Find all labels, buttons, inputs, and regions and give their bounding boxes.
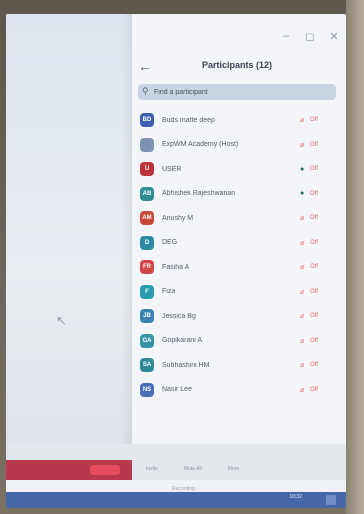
avatar: NS xyxy=(140,382,154,397)
participant-name: Nasir Lee xyxy=(162,386,192,394)
avatar: U xyxy=(140,162,154,177)
microphone-muted-icon[interactable]: ⌀ xyxy=(300,116,304,124)
panel-title: Participants (12) xyxy=(202,60,273,70)
participant-row[interactable]: GA Gopikarani A ⌀ Off xyxy=(132,329,346,354)
mic-status-label: Off xyxy=(310,117,318,124)
mic-status-label: Off xyxy=(310,239,318,246)
participant-row[interactable]: JB Jessica Bg ⌀ Off xyxy=(132,304,346,329)
participant-name: Subhashini HM xyxy=(162,361,210,369)
search-input[interactable] xyxy=(152,85,332,100)
participant-name: Abhishek Rajeshwarian xyxy=(162,190,236,198)
invite-button[interactable]: Invite xyxy=(146,466,158,472)
participant-row[interactable]: FR Fasiha A ⌀ Off xyxy=(132,255,346,280)
microphone-muted-icon[interactable]: ⌀ xyxy=(300,312,304,320)
participant-name: Buds matte deep xyxy=(162,116,215,124)
participant-name: USER xyxy=(162,165,182,173)
participant-row[interactable]: U USER ● Off xyxy=(132,157,346,182)
meeting-stage: ↖ xyxy=(6,14,132,444)
participant-row[interactable]: AM Anushy M ⌀ Off xyxy=(132,206,346,231)
mic-status-label: Off xyxy=(310,337,318,344)
participant-name: Fasiha A xyxy=(162,263,190,271)
mute-all-button[interactable]: Mute All xyxy=(184,466,202,472)
mic-status-label: Off xyxy=(310,166,318,173)
monitor: ↖ – ◻ ✕ ← Participants (12) ⚲ BD Buds mat… xyxy=(0,0,364,514)
mic-status-label: Off xyxy=(310,386,318,393)
mic-status-label: Off xyxy=(310,141,318,148)
microphone-muted-icon[interactable]: ⌀ xyxy=(300,263,304,271)
taskbar: 10:32 xyxy=(6,492,346,508)
mic-status-label: Off xyxy=(310,264,318,271)
participants-panel: – ◻ ✕ ← Participants (12) ⚲ BD Buds matte… xyxy=(132,14,346,444)
microphone-muted-icon[interactable]: ⌀ xyxy=(300,337,304,345)
avatar: JB xyxy=(140,309,154,324)
mic-status-label: Off xyxy=(310,288,318,295)
taskbar-time: 10:32 xyxy=(289,494,302,500)
avatar: GA xyxy=(140,333,154,348)
stage-shadow xyxy=(122,14,132,444)
participant-row[interactable]: AB Abhishek Rajeshwarian ● Off xyxy=(132,182,346,207)
microphone-icon[interactable]: ● xyxy=(300,166,304,173)
mouse-cursor-icon: ↖ xyxy=(56,313,67,328)
participant-row[interactable]: D DEG ⌀ Off xyxy=(132,231,346,256)
participant-name: Gopikarani A xyxy=(162,337,203,345)
search-box[interactable]: ⚲ xyxy=(138,84,336,100)
participant-list: BD Buds matte deep ⌀ Off ExpWM Academy (Host… xyxy=(132,108,346,402)
leave-strip xyxy=(6,460,132,480)
mic-status-label: Off xyxy=(310,215,318,222)
avatar: BD xyxy=(140,113,154,128)
avatar: AB xyxy=(140,186,154,201)
microphone-muted-icon[interactable]: ⌀ xyxy=(300,214,304,222)
participant-name: Fiza xyxy=(162,288,176,296)
footer-actions: Invite Mute All More xyxy=(146,466,346,472)
participant-name: DEG xyxy=(162,239,178,247)
microphone-muted-icon[interactable]: ⌀ xyxy=(300,239,304,247)
maximize-icon[interactable]: ◻ xyxy=(304,30,316,43)
microphone-muted-icon[interactable]: ⌀ xyxy=(300,288,304,296)
more-button[interactable]: More xyxy=(228,466,239,472)
screen: ↖ – ◻ ✕ ← Participants (12) ⚲ BD Buds mat… xyxy=(6,14,346,508)
leave-button[interactable] xyxy=(90,465,120,475)
participant-name: Jessica Bg xyxy=(162,312,196,320)
avatar: SA xyxy=(140,358,154,373)
minimize-icon[interactable]: – xyxy=(280,30,292,43)
participant-row[interactable]: SA Subhashini HM ⌀ Off xyxy=(132,353,346,378)
arrow-left-icon[interactable]: ← xyxy=(138,58,152,74)
avatar xyxy=(140,137,154,152)
microphone-icon[interactable]: ● xyxy=(300,190,304,197)
microphone-muted-icon[interactable]: ⌀ xyxy=(300,386,304,394)
avatar: FR xyxy=(140,260,154,275)
mic-status-label: Off xyxy=(310,362,318,369)
avatar: F xyxy=(140,284,154,299)
close-icon[interactable]: ✕ xyxy=(328,30,340,43)
participant-name: ExpWM Academy (Host) xyxy=(162,141,239,149)
notification-icon[interactable] xyxy=(326,495,336,505)
participant-name: Anushy M xyxy=(162,214,194,222)
search-icon: ⚲ xyxy=(142,86,149,96)
mic-status-label: Off xyxy=(310,313,318,320)
avatar: D xyxy=(140,235,154,250)
participant-row[interactable]: BD Buds matte deep ⌀ Off xyxy=(132,108,346,133)
participant-row[interactable]: ExpWM Academy (Host) ⌀ Off xyxy=(132,133,346,158)
microphone-muted-icon[interactable]: ⌀ xyxy=(300,141,304,149)
participant-row[interactable]: F Fiza ⌀ Off xyxy=(132,280,346,305)
monitor-bezel xyxy=(346,0,364,514)
mic-status-label: Off xyxy=(310,190,318,197)
participant-row[interactable]: NS Nasir Lee ⌀ Off xyxy=(132,378,346,403)
window-controls: – ◻ ✕ xyxy=(280,30,340,43)
microphone-muted-icon[interactable]: ⌀ xyxy=(300,361,304,369)
avatar: AM xyxy=(140,211,154,226)
panel-header: ← Participants (12) xyxy=(132,56,346,78)
